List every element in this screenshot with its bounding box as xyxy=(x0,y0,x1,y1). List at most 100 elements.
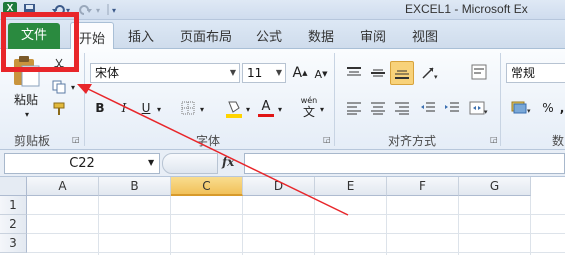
number-group-label: 数 xyxy=(552,134,565,148)
font-color-button[interactable]: A xyxy=(256,97,276,119)
quick-access-toolbar: ▾ ▾ ▾ xyxy=(22,2,122,17)
percent-style-button[interactable]: % xyxy=(540,99,556,117)
underline-button[interactable]: U xyxy=(138,99,154,117)
comma-style-button[interactable]: , xyxy=(558,99,565,117)
formula-input[interactable] xyxy=(244,153,565,174)
font-color-dropdown-icon[interactable]: ▾ xyxy=(276,103,284,115)
redo-dropdown-icon[interactable]: ▾ xyxy=(96,6,100,15)
ribbon-divider xyxy=(84,53,85,146)
ribbon-tabs: 文件 开始 插入 页面布局 公式 数据 审阅 视图 xyxy=(0,20,565,50)
decrease-indent-icon[interactable] xyxy=(418,99,438,117)
grid-column-line xyxy=(98,196,99,255)
alignment-launcher-icon[interactable]: ◲ xyxy=(490,135,498,144)
tab-review[interactable]: 审阅 xyxy=(360,26,386,45)
shrink-font-button[interactable]: A ▼ xyxy=(312,65,330,83)
column-header-a[interactable]: A xyxy=(27,177,99,196)
orientation-icon[interactable]: ▾ xyxy=(420,63,442,83)
align-middle-icon[interactable] xyxy=(368,63,388,83)
tab-home[interactable]: 开始 xyxy=(70,22,115,50)
quick-access-icons: ▾ ▾ ▾ xyxy=(24,4,116,15)
column-header-f[interactable]: F xyxy=(387,177,459,196)
font-family-select[interactable]: 宋体 ▼ xyxy=(90,63,240,83)
cut-icon[interactable] xyxy=(51,57,67,73)
svg-text:▾: ▾ xyxy=(527,107,531,115)
align-center-icon[interactable] xyxy=(368,99,388,117)
number-format-select[interactable]: 常规 xyxy=(506,63,565,83)
save-icon[interactable] xyxy=(24,4,35,15)
grid-row-line xyxy=(27,214,565,215)
row-header-1[interactable]: 1 xyxy=(0,196,27,215)
name-box[interactable]: C22 xyxy=(4,153,160,174)
excel-app-icon[interactable]: X xyxy=(3,2,17,16)
shrink-font-label: A xyxy=(314,67,323,81)
grid-column-line xyxy=(314,196,315,255)
row-header-2[interactable]: 2 xyxy=(0,215,27,234)
font-family-value: 宋体 xyxy=(95,66,120,80)
phonetic-dropdown-icon[interactable]: ▾ xyxy=(318,103,326,115)
borders-icon[interactable] xyxy=(178,99,198,117)
formula-bar-handle[interactable] xyxy=(162,153,218,174)
paste-dropdown-icon[interactable]: ▾ xyxy=(21,109,33,119)
increase-indent-icon[interactable] xyxy=(442,99,462,117)
column-header-e[interactable]: E xyxy=(315,177,387,196)
phonetic-button[interactable]: wén 文 xyxy=(298,95,320,119)
row-header-3[interactable]: 3 xyxy=(0,234,27,253)
align-top-icon[interactable] xyxy=(344,63,364,83)
merge-center-icon[interactable]: ▾ xyxy=(468,97,490,119)
paste-button[interactable] xyxy=(10,53,42,89)
grid-column-line xyxy=(170,196,171,255)
svg-text:▾: ▾ xyxy=(434,73,438,80)
undo-icon[interactable] xyxy=(52,5,65,15)
number-format-value: 常规 xyxy=(511,66,536,80)
tab-file[interactable]: 文件 xyxy=(8,23,60,49)
grow-font-button[interactable]: A ▲ xyxy=(290,63,310,83)
copy-icon[interactable] xyxy=(51,79,67,95)
bold-button[interactable]: B xyxy=(92,99,108,117)
fill-color-dropdown-icon[interactable]: ▾ xyxy=(244,103,252,115)
font-launcher-icon[interactable]: ◲ xyxy=(323,135,331,144)
accounting-format-icon[interactable]: ▾ xyxy=(510,97,534,117)
phonetic-pinyin: wén xyxy=(300,95,318,105)
column-header-b[interactable]: B xyxy=(99,177,171,196)
borders-dropdown-icon[interactable]: ▾ xyxy=(198,103,206,115)
italic-button[interactable]: I xyxy=(116,99,132,117)
format-painter-icon[interactable] xyxy=(51,101,67,117)
column-header-d[interactable]: D xyxy=(243,177,315,196)
align-right-icon[interactable] xyxy=(392,99,412,117)
title-bar: X ▾ ▾ ▾ EXCEL1 - Microsoft Ex xyxy=(0,0,565,20)
fill-color-icon[interactable] xyxy=(224,97,244,119)
align-left-icon[interactable] xyxy=(344,99,364,117)
copy-dropdown-icon[interactable]: ▾ xyxy=(68,79,78,95)
ribbon-divider xyxy=(334,53,335,146)
align-bottom-icon[interactable] xyxy=(390,61,414,85)
column-header-g[interactable]: G xyxy=(459,177,531,196)
ribbon-divider xyxy=(500,53,501,146)
grow-font-label: A xyxy=(292,65,303,81)
tab-data[interactable]: 数据 xyxy=(308,26,334,45)
phonetic-char: 文 xyxy=(302,104,315,119)
window-title: EXCEL1 - Microsoft Ex xyxy=(405,2,528,16)
paste-label[interactable]: 粘贴 xyxy=(10,91,42,107)
grid-column-line xyxy=(242,196,243,255)
select-all-corner[interactable] xyxy=(0,177,27,196)
column-header-c[interactable]: C xyxy=(171,177,243,196)
name-box-dropdown-icon[interactable]: ▼ xyxy=(148,158,154,167)
tab-view[interactable]: 视图 xyxy=(412,26,438,45)
tab-page-layout[interactable]: 页面布局 xyxy=(180,26,232,45)
underline-dropdown-icon[interactable]: ▾ xyxy=(155,103,163,115)
grow-font-caret-icon: ▲ xyxy=(302,69,308,77)
chevron-down-icon: ▼ xyxy=(275,68,282,77)
clipboard-launcher-icon[interactable]: ◲ xyxy=(72,135,80,144)
spreadsheet-grid[interactable]: ABCDEFG 123 xyxy=(0,177,565,255)
wrap-text-icon[interactable] xyxy=(468,61,490,83)
chevron-down-icon: ▼ xyxy=(229,68,236,77)
tab-formulas[interactable]: 公式 xyxy=(256,26,282,45)
font-color-swatch xyxy=(258,113,274,117)
customize-icon[interactable]: ▾ xyxy=(112,6,116,15)
undo-dropdown-icon[interactable]: ▾ xyxy=(66,6,70,15)
insert-function-button[interactable]: fx xyxy=(222,155,234,169)
font-size-select[interactable]: 11 ▼ xyxy=(242,63,286,83)
grid-column-line xyxy=(458,196,459,255)
redo-icon[interactable] xyxy=(79,5,92,15)
tab-insert[interactable]: 插入 xyxy=(128,26,154,45)
